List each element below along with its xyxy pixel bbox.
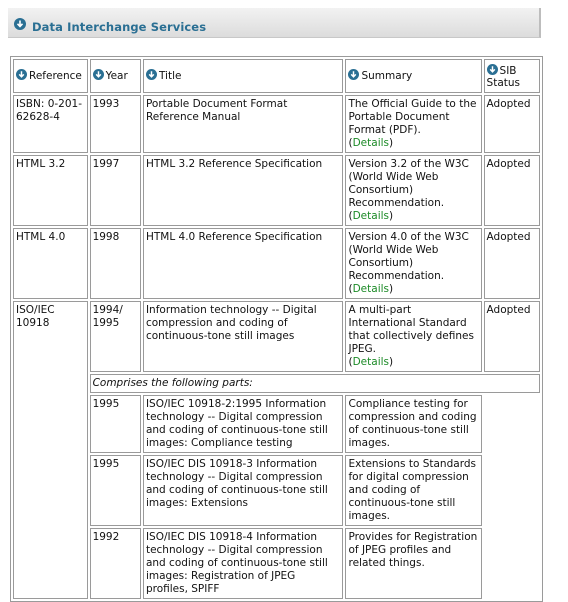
title-cell: Portable Document Format Reference Manua… [142,95,344,153]
parts-label-row: Comprises the following parts: [13,374,540,393]
column-header-summary[interactable]: Summary [345,59,482,93]
part-row: 1995 ISO/IEC DIS 10918-3 Information tec… [13,455,540,526]
summary-cell: The Official Guide to the Portable Docum… [345,95,482,153]
summary-text: Version 4.0 of the W3C (World Wide Web C… [348,231,469,282]
title-cell: HTML 4.0 Reference Specification [142,228,344,299]
column-header-sib-status[interactable]: SIB Status [483,59,540,93]
sort-down-arrow-icon[interactable] [348,69,360,80]
part-year-cell: 1995 [89,395,141,453]
part-row: 1995 ISO/IEC 10918-2:1995 Information te… [13,395,540,453]
table-row: HTML 4.0 1998 HTML 4.0 Reference Specifi… [13,228,540,299]
reference-cell: HTML 4.0 [13,228,88,299]
status-cell: Adopted [483,301,540,372]
summary-text: The Official Guide to the Portable Docum… [348,98,477,136]
summary-cell: Version 3.2 of the W3C (World Wide Web C… [345,155,482,226]
table-row: HTML 3.2 1997 HTML 3.2 Reference Specifi… [13,155,540,226]
column-header-title[interactable]: Title [142,59,344,93]
part-year-cell: 1992 [89,528,141,599]
status-cell: Adopted [483,228,540,299]
section-title: Data Interchange Services [32,20,207,34]
year-cell: 1993 [89,95,141,153]
sort-down-arrow-icon[interactable] [145,69,157,80]
reference-cell: ISBN: 0-201-62628-4 [13,95,88,153]
part-title-cell: ISO/IEC DIS 10918-4 Information technolo… [142,528,344,599]
reference-cell: HTML 3.2 [13,155,88,226]
title-cell: HTML 3.2 Reference Specification [142,155,344,226]
empty-cell [484,528,540,599]
table-row: ISBN: 0-201-62628-4 1993 Portable Docume… [13,95,540,153]
year-cell: 1998 [89,228,141,299]
column-header-year[interactable]: Year [89,59,141,93]
sort-down-arrow-icon[interactable] [486,63,498,75]
details-link[interactable]: Details [353,210,389,222]
reference-cell: ISO/IEC 10918 [13,301,88,599]
empty-cell [484,455,540,526]
standards-table: Reference Year Title Summary SIB Status … [10,56,543,602]
status-cell: Adopted [483,95,540,153]
table-row: ISO/IEC 10918 1994/ 1995 Information tec… [13,301,540,599]
status-cell: Adopted [483,155,540,226]
part-title-cell: ISO/IEC 10918-2:1995 Information technol… [142,395,344,453]
circle-down-arrow-icon [14,18,26,30]
summary-cell: Version 4.0 of the W3C (World Wide Web C… [345,228,482,299]
parts-label: Comprises the following parts: [89,374,540,393]
summary-text: A multi-part International Standard that… [348,304,474,355]
year-cell: 1994/ 1995 [89,301,141,372]
column-label[interactable]: Year [106,70,128,82]
part-row: 1992 ISO/IEC DIS 10918-4 Information tec… [13,528,540,599]
details-link[interactable]: Details [353,283,389,295]
column-label[interactable]: Reference [29,70,82,82]
summary-text: Version 3.2 of the W3C (World Wide Web C… [348,158,469,209]
empty-cell [484,395,540,453]
sort-down-arrow-icon[interactable] [92,69,104,80]
part-year-cell: 1995 [89,455,141,526]
summary-cell: A multi-part International Standard that… [345,301,482,372]
title-cell: Information technology -- Digital compre… [142,301,344,372]
part-title-cell: ISO/IEC DIS 10918-3 Information technolo… [142,455,344,526]
part-summary-cell: Compliance testing for compression and c… [345,395,482,453]
section-header: Data Interchange Services [8,8,541,38]
details-link[interactable]: Details [353,137,389,149]
column-label[interactable]: Title [159,70,182,82]
table-header-row: Reference Year Title Summary SIB Status [13,59,540,93]
part-summary-cell: Provides for Registration of JPEG profil… [345,528,482,599]
part-summary-cell: Extensions to Standards for digital comp… [345,455,482,526]
details-link[interactable]: Details [353,356,389,368]
sort-down-arrow-icon[interactable] [16,69,27,80]
column-label[interactable]: Summary [361,70,412,82]
column-header-reference[interactable]: Reference [13,59,88,93]
year-cell: 1997 [89,155,141,226]
